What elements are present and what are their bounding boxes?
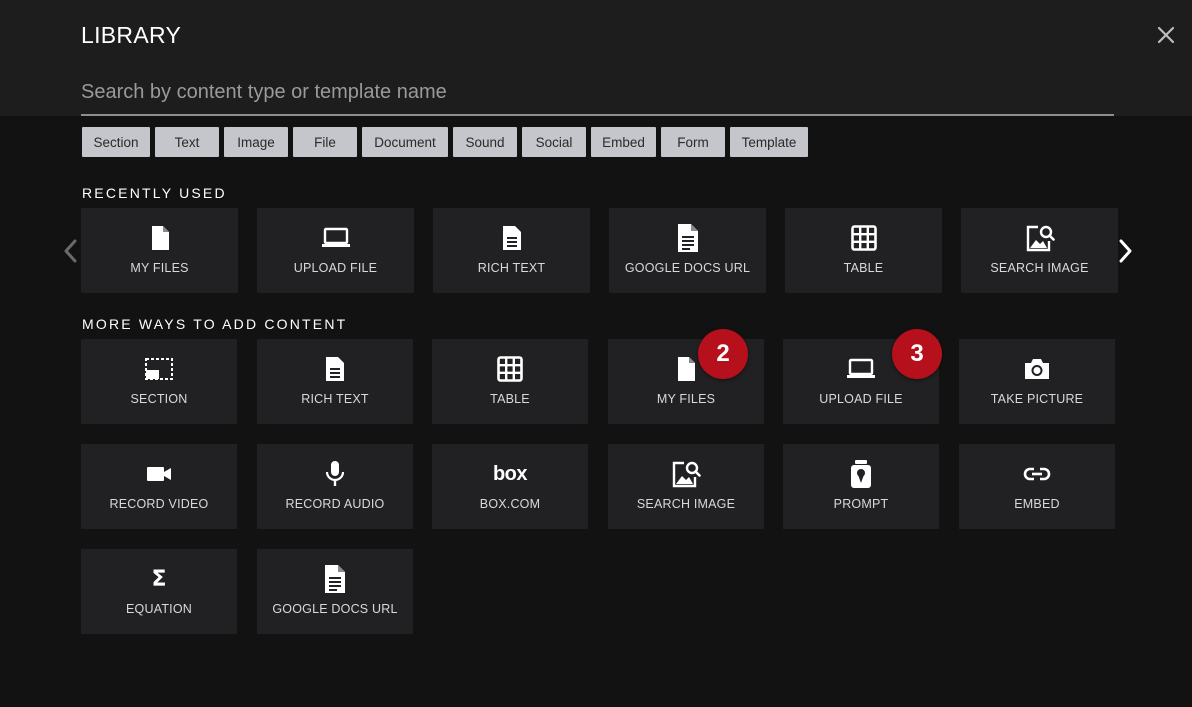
- card-prompt[interactable]: PROMPT: [783, 444, 939, 529]
- table-icon: [497, 356, 523, 382]
- card-box-com[interactable]: box BOX.COM: [432, 444, 588, 529]
- filter-chip-embed[interactable]: Embed: [591, 127, 656, 157]
- card-label: SEARCH IMAGE: [636, 497, 736, 511]
- recently-used-heading: RECENTLY USED: [82, 185, 227, 201]
- card-label: GOOGLE DOCS URL: [272, 602, 398, 616]
- card-record-video[interactable]: RECORD VIDEO: [81, 444, 237, 529]
- video-camera-icon: [147, 467, 171, 481]
- card-label: UPLOAD FILE: [819, 392, 903, 406]
- card-label: UPLOAD FILE: [293, 261, 378, 275]
- card-section[interactable]: SECTION: [81, 339, 237, 424]
- card-label: SEARCH IMAGE: [990, 261, 1089, 275]
- card-label: SECTION: [130, 392, 188, 406]
- box-logo-icon: box: [492, 462, 528, 485]
- image-search-icon: [1026, 225, 1055, 252]
- card-label: MY FILES: [130, 261, 189, 275]
- card-record-audio[interactable]: RECORD AUDIO: [257, 444, 413, 529]
- card-label: GOOGLE DOCS URL: [624, 261, 751, 275]
- chevron-left-icon[interactable]: [60, 236, 82, 266]
- image-search-icon: [672, 461, 701, 488]
- filter-chip-social[interactable]: Social: [522, 127, 586, 157]
- card-label: TAKE PICTURE: [990, 392, 1084, 406]
- card-label: RICH TEXT: [477, 261, 546, 275]
- card-label: RICH TEXT: [301, 392, 369, 406]
- card-label: RECORD VIDEO: [109, 497, 209, 511]
- card-label: PROMPT: [833, 497, 889, 511]
- card-rich-text[interactable]: RICH TEXT: [257, 339, 413, 424]
- filter-chip-form[interactable]: Form: [661, 127, 725, 157]
- card-take-picture[interactable]: TAKE PICTURE: [959, 339, 1115, 424]
- filter-chip-file[interactable]: File: [293, 127, 357, 157]
- card-embed[interactable]: EMBED: [959, 444, 1115, 529]
- card-label: EQUATION: [126, 602, 192, 616]
- microphone-icon: [325, 461, 345, 486]
- google-doc-icon: [677, 224, 698, 252]
- document-icon: [326, 357, 344, 381]
- card-label: TABLE: [843, 261, 884, 275]
- card-label: TABLE: [490, 392, 530, 406]
- card-label: BOX.COM: [479, 497, 541, 511]
- filter-chip-section[interactable]: Section: [82, 127, 150, 157]
- document-icon: [502, 226, 521, 250]
- card-label: EMBED: [1014, 497, 1060, 511]
- recent-card-my-files[interactable]: MY FILES: [81, 208, 238, 293]
- prompt-icon: [851, 460, 871, 488]
- card-google-docs-url[interactable]: GOOGLE DOCS URL: [257, 549, 413, 634]
- library-title: LIBRARY: [81, 22, 182, 48]
- annotation-badge-3: 3: [892, 329, 942, 379]
- laptop-icon: [847, 358, 875, 378]
- card-search-image[interactable]: SEARCH IMAGE: [608, 444, 764, 529]
- card-table[interactable]: TABLE: [432, 339, 588, 424]
- sigma-icon: Σ: [151, 566, 167, 592]
- card-equation[interactable]: Σ EQUATION: [81, 549, 237, 634]
- google-doc-icon: [325, 565, 345, 593]
- search-input[interactable]: [81, 70, 1114, 116]
- table-icon: [850, 225, 877, 251]
- section-icon: [145, 358, 173, 380]
- recent-card-table[interactable]: TABLE: [785, 208, 942, 293]
- recent-card-rich-text[interactable]: RICH TEXT: [433, 208, 590, 293]
- file-icon: [151, 226, 169, 250]
- camera-icon: [1025, 359, 1049, 379]
- annotation-badge-2: 2: [698, 329, 748, 379]
- filter-chip-template[interactable]: Template: [730, 127, 808, 157]
- card-label: MY FILES: [656, 392, 716, 406]
- card-label: RECORD AUDIO: [285, 497, 385, 511]
- more-ways-heading: MORE WAYS TO ADD CONTENT: [82, 316, 348, 332]
- file-icon: [678, 357, 695, 381]
- filter-chip-document[interactable]: Document: [362, 127, 448, 157]
- filter-chip-text[interactable]: Text: [155, 127, 219, 157]
- recent-card-upload-file[interactable]: UPLOAD FILE: [257, 208, 414, 293]
- filter-chip-image[interactable]: Image: [224, 127, 288, 157]
- close-icon[interactable]: [1154, 23, 1178, 47]
- recent-card-search-image[interactable]: SEARCH IMAGE: [961, 208, 1118, 293]
- recent-card-google-docs-url[interactable]: GOOGLE DOCS URL: [609, 208, 766, 293]
- link-icon: [1023, 467, 1051, 481]
- filter-chip-sound[interactable]: Sound: [453, 127, 517, 157]
- laptop-icon: [321, 227, 350, 247]
